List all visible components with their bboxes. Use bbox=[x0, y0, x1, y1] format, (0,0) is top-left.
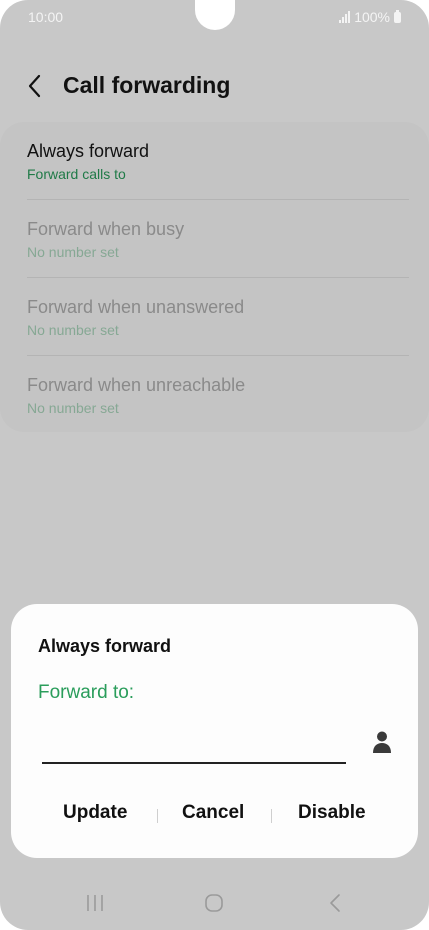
home-icon[interactable] bbox=[203, 892, 225, 914]
navigation-bar bbox=[0, 880, 429, 930]
battery-percent: 100% bbox=[354, 9, 390, 25]
button-separator bbox=[271, 809, 272, 823]
back-nav-icon[interactable] bbox=[325, 892, 347, 914]
button-separator bbox=[157, 809, 158, 823]
cancel-button[interactable]: Cancel bbox=[182, 802, 244, 824]
forwarding-options-list: Always forward Forward calls to Forward … bbox=[0, 122, 429, 432]
phone-screen: 10:00 100% Call forwarding Always forwar… bbox=[0, 0, 429, 930]
status-bar: 10:00 100% bbox=[28, 9, 401, 27]
option-title: Forward when busy bbox=[27, 219, 185, 239]
signal-icon bbox=[339, 11, 351, 23]
option-title: Always forward bbox=[27, 141, 150, 161]
option-subtitle: No number set bbox=[27, 400, 119, 416]
disable-button[interactable]: Disable bbox=[298, 802, 366, 824]
status-time: 10:00 bbox=[28, 9, 64, 25]
option-forward-when-busy[interactable]: Forward when busy No number set bbox=[27, 200, 409, 278]
option-title: Forward when unanswered bbox=[27, 297, 245, 317]
option-subtitle: No number set bbox=[27, 322, 119, 338]
dialog-title: Always forward bbox=[38, 636, 172, 656]
app-header: Call forwarding bbox=[0, 64, 429, 108]
option-title: Forward when unreachable bbox=[27, 375, 246, 395]
page-title: Call forwarding bbox=[63, 72, 231, 98]
option-always-forward[interactable]: Always forward Forward calls to bbox=[27, 122, 409, 200]
forward-dialog: Always forward Forward to: Update Cancel… bbox=[11, 604, 418, 858]
back-arrow-icon[interactable] bbox=[26, 74, 46, 98]
status-right: 100% bbox=[339, 9, 401, 25]
update-button[interactable]: Update bbox=[63, 802, 127, 824]
forward-to-label: Forward to: bbox=[38, 682, 135, 703]
option-subtitle: Forward calls to bbox=[27, 166, 126, 182]
option-forward-when-unreachable[interactable]: Forward when unreachable No number set bbox=[27, 356, 409, 434]
forward-number-input[interactable] bbox=[42, 732, 346, 764]
battery-icon bbox=[394, 9, 401, 23]
recents-icon[interactable] bbox=[84, 892, 106, 914]
option-forward-when-unanswered[interactable]: Forward when unanswered No number set bbox=[27, 278, 409, 356]
dialog-buttons: Update Cancel Disable bbox=[11, 802, 418, 830]
option-subtitle: No number set bbox=[27, 244, 119, 260]
contact-person-icon[interactable] bbox=[371, 730, 393, 754]
